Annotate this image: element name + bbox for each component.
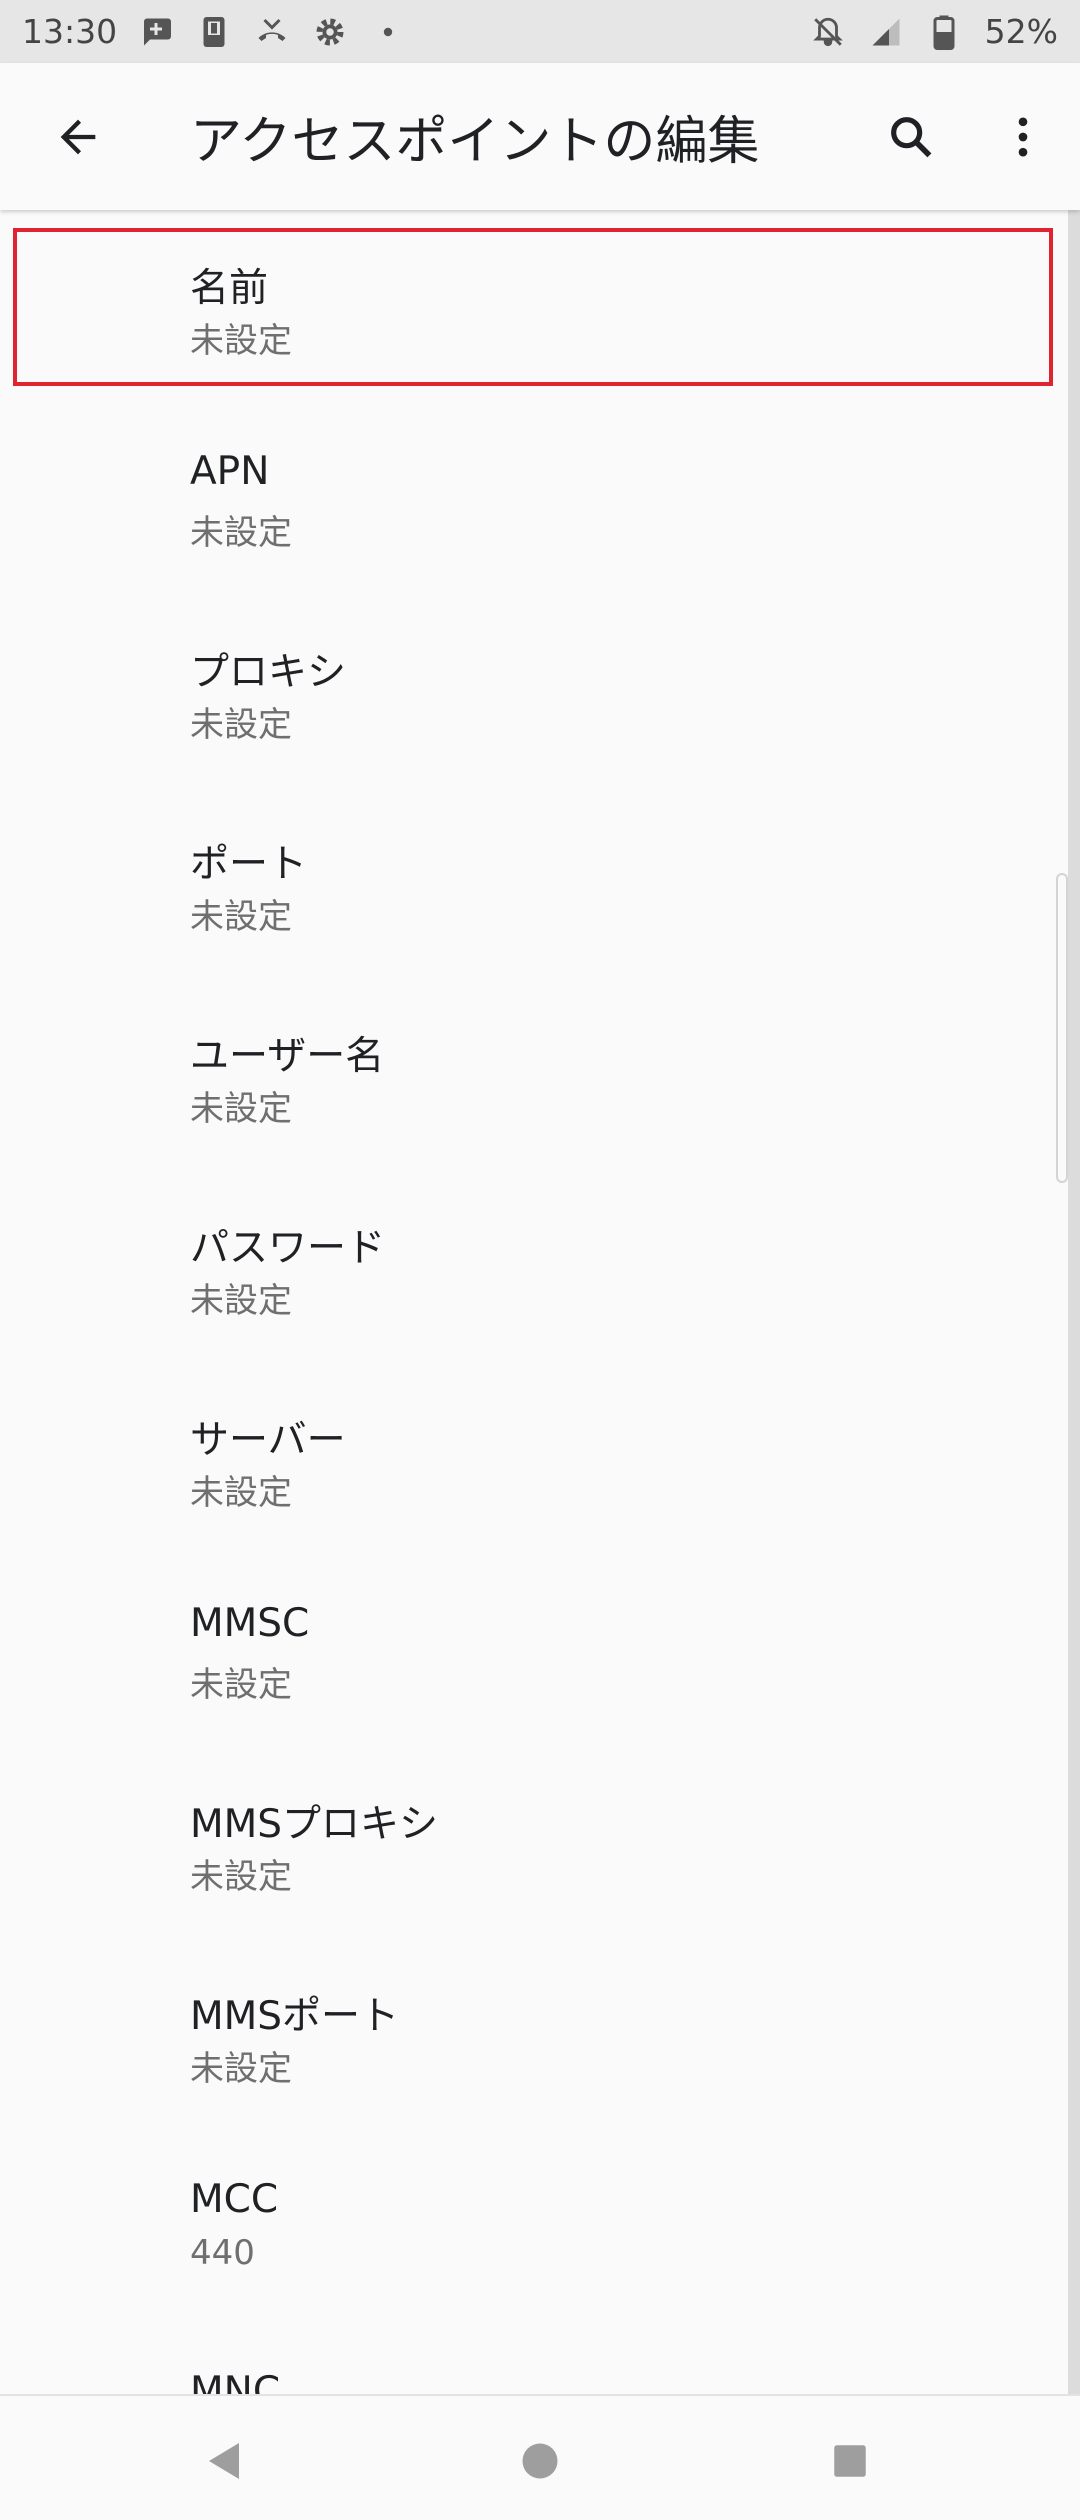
more-options-button[interactable] (985, 99, 1060, 174)
scrollbar-track[interactable] (1068, 210, 1080, 2394)
more-vert-icon (1018, 117, 1027, 156)
status-bar: 13:30 52% (0, 0, 1080, 63)
status-right: 52% (809, 12, 1058, 51)
item-title: ポート (190, 842, 308, 887)
item-title: サーバー (190, 1418, 346, 1463)
dot-icon (369, 13, 407, 51)
item-title: MMSC (190, 1601, 310, 1646)
app-bar: アクセスポイントの編集 (0, 63, 1080, 210)
item-title: MMSプロキシ (190, 1802, 439, 1847)
nav-back-button[interactable] (180, 2416, 270, 2506)
list-item-server[interactable]: サーバー 未設定 (0, 1362, 1060, 1554)
signal-icon (867, 13, 905, 51)
list-item-mmsc[interactable]: MMSC 未設定 (0, 1554, 1060, 1746)
item-title: MMSポート (190, 1994, 400, 2039)
search-button[interactable] (873, 99, 948, 174)
list-item-mms-port[interactable]: MMSポート 未設定 (0, 1938, 1060, 2130)
item-summary: 未設定 (190, 513, 292, 553)
battery-percent: 52% (984, 12, 1058, 51)
search-icon (890, 116, 931, 157)
item-title: MNC (190, 2369, 281, 2394)
list-item-mms-proxy[interactable]: MMSプロキシ 未設定 (0, 1746, 1060, 1938)
item-summary: 未設定 (190, 321, 292, 361)
item-summary: 未設定 (190, 2049, 292, 2089)
list-item-port[interactable]: ポート 未設定 (0, 786, 1060, 978)
item-summary: 440 (190, 2233, 255, 2273)
nav-back-icon (209, 2443, 239, 2479)
call-missed-icon (253, 13, 291, 51)
nav-recents-icon (834, 2445, 866, 2477)
gear-icon (311, 13, 349, 51)
navigation-bar (0, 2394, 1080, 2520)
item-summary: 未設定 (190, 1281, 292, 1321)
list-item-apn[interactable]: APN 未設定 (0, 402, 1060, 594)
battery-icon (925, 13, 963, 51)
item-summary: 未設定 (190, 897, 292, 937)
nav-recents-button[interactable] (805, 2416, 895, 2506)
chat-add-icon (137, 13, 175, 51)
back-button[interactable] (40, 99, 115, 174)
item-title: 名前 (190, 266, 269, 311)
arrow-back-icon (60, 119, 95, 154)
status-time: 13:30 (22, 12, 118, 51)
item-title: ユーザー名 (190, 1034, 385, 1079)
phone-tools-icon (195, 13, 233, 51)
item-summary: 未設定 (190, 1665, 292, 1705)
status-left: 13:30 (22, 12, 407, 51)
item-title: MCC (190, 2177, 279, 2222)
item-summary: 未設定 (190, 1857, 292, 1897)
nav-home-button[interactable] (495, 2416, 585, 2506)
item-title: プロキシ (190, 650, 347, 695)
apn-settings-list: 名前 未設定 APN 未設定 プロキシ 未設定 ポート 未設定 ユーザー名 未設… (0, 210, 1080, 2394)
scrollbar-thumb[interactable] (1056, 873, 1068, 1183)
item-summary: 未設定 (190, 1473, 292, 1513)
list-item-username[interactable]: ユーザー名 未設定 (0, 978, 1060, 1170)
item-title: パスワード (190, 1226, 386, 1271)
page-title: アクセスポイントの編集 (190, 112, 760, 172)
list-item-proxy[interactable]: プロキシ 未設定 (0, 594, 1060, 786)
list-item-name[interactable]: 名前 未設定 (0, 210, 1060, 402)
item-summary: 未設定 (190, 705, 292, 745)
nav-home-icon (522, 2443, 558, 2479)
list-item-mcc[interactable]: MCC 440 (0, 2130, 1060, 2322)
list-item-password[interactable]: パスワード 未設定 (0, 1170, 1060, 1362)
item-title: APN (190, 449, 270, 494)
item-summary: 未設定 (190, 1089, 292, 1129)
notifications-off-icon (809, 13, 847, 51)
list-item-mnc[interactable]: MNC 10 (0, 2322, 1060, 2394)
